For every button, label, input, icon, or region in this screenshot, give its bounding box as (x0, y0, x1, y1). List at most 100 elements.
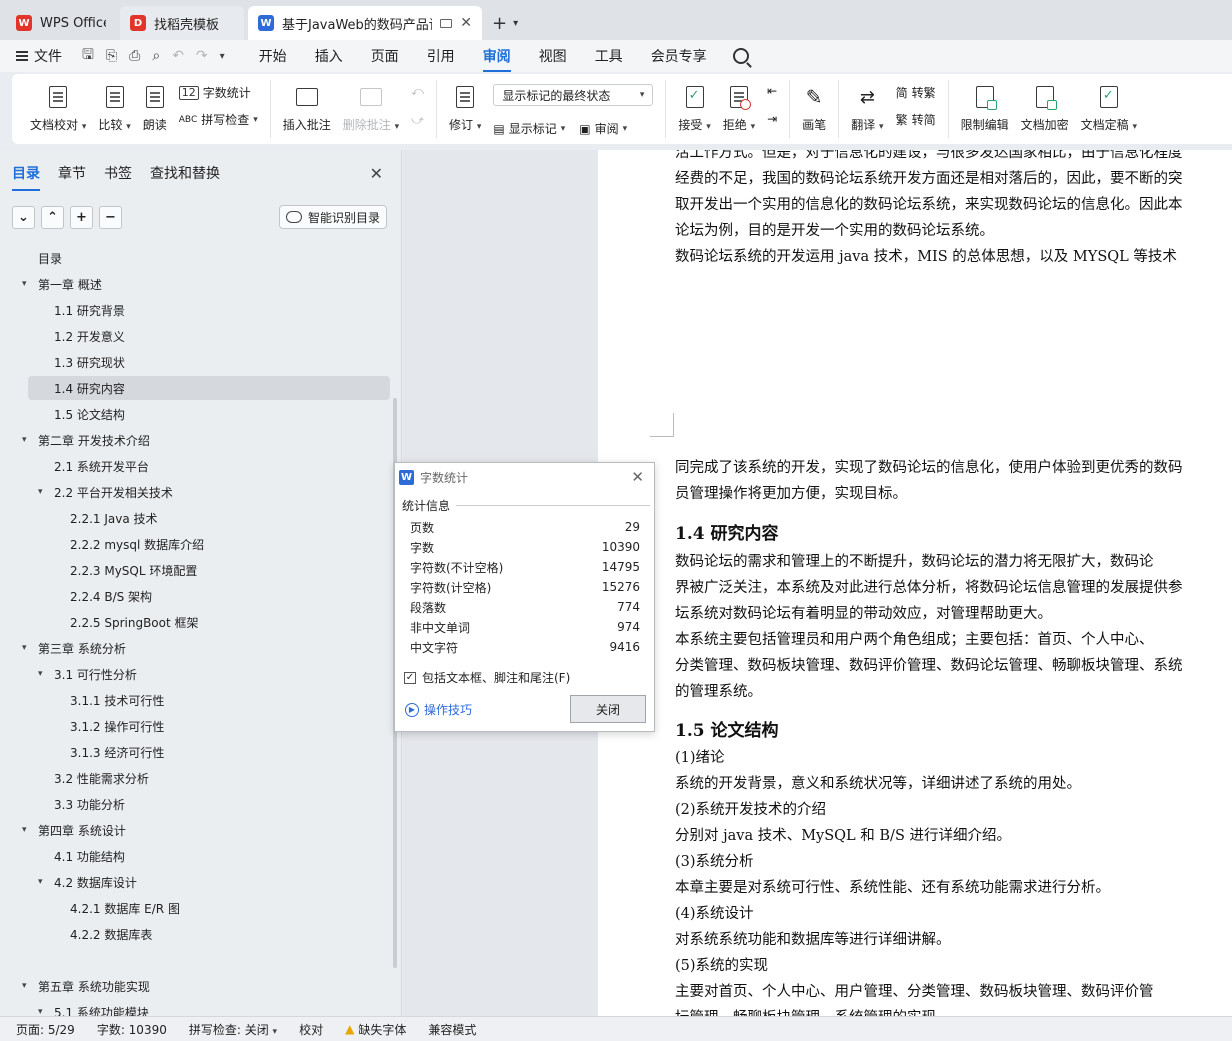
menu-home[interactable]: 开始 (259, 40, 287, 72)
toc-item[interactable] (0, 948, 390, 972)
chevron-down-icon[interactable]: ▾ (38, 487, 52, 497)
menu-insert[interactable]: 插入 (315, 40, 343, 72)
toc-item[interactable]: 2.2.3 MySQL 环境配置 (0, 558, 390, 582)
toc-item[interactable]: 3.1.2 操作可行性 (0, 714, 390, 738)
toc-item[interactable]: ▾ 第五章 系统功能实现 (0, 974, 390, 998)
minus-icon[interactable]: − (99, 205, 122, 229)
chevron-down-icon[interactable]: ▾ (22, 643, 36, 653)
menu-references[interactable]: 引用 (427, 40, 455, 72)
chevron-down-icon[interactable]: ▾ (22, 825, 36, 835)
toc-item[interactable]: 目录 (0, 246, 390, 270)
track-changes-button[interactable]: 修订 ▾ (443, 80, 487, 137)
close-icon[interactable]: ✕ (370, 164, 383, 183)
search-icon[interactable] (732, 48, 749, 64)
toc-item[interactable]: 4.2.1 数据库 E/R 图 (0, 896, 390, 920)
chevron-down-icon[interactable]: ▾ (38, 1007, 52, 1016)
insert-comment-button[interactable]: 插入批注 (277, 80, 337, 137)
toc-item[interactable]: 2.2.2 mysql 数据库介绍 (0, 532, 390, 556)
toc-item[interactable]: 3.1.1 技术可行性 (0, 688, 390, 712)
spell-check-status[interactable]: 拼写检查: 关闭 ▾ (189, 1021, 277, 1038)
encrypt-button[interactable]: 文档加密 (1015, 80, 1075, 137)
document-page[interactable]: 同完成了该系统的开发，实现了数码论坛的信息化，使用户体验到更优秀的数码 员管理操… (598, 363, 1232, 1016)
translate-button[interactable]: ⇄ 翻译 ▾ (845, 80, 889, 137)
plus-icon[interactable]: + (70, 205, 93, 229)
compare-button[interactable]: 比较 ▾ (92, 80, 136, 137)
tab-docer-templates[interactable]: D 找稻壳模板 (120, 6, 244, 40)
tips-link[interactable]: ▶ 操作技巧 (405, 701, 472, 718)
include-textbox-checkbox[interactable]: ✓ 包括文本框、脚注和尾注(F) (404, 669, 570, 686)
close-icon[interactable]: ✕ (631, 468, 644, 486)
review-pane-button[interactable]: ▣ 审阅 ▾ (579, 120, 627, 137)
toc-item[interactable]: ▾ 第一章 概述 (0, 272, 390, 296)
chevron-down-icon[interactable]: ▾ (22, 981, 36, 991)
delete-comment-button[interactable]: 删除批注 ▾ (337, 80, 405, 137)
tab-find-replace[interactable]: 查找和替换 (150, 159, 220, 187)
toc-item[interactable]: 3.2 性能需求分析 (0, 766, 390, 790)
toc-item[interactable]: ▾ 第四章 系统设计 (0, 818, 390, 842)
proofread-status[interactable]: 校对 (299, 1021, 323, 1038)
toc-item[interactable]: ▾ 5.1 系统功能模块 (0, 1000, 390, 1017)
page-indicator[interactable]: 页面: 5/29 (16, 1021, 75, 1038)
toc-item[interactable]: ▾ 3.1 可行性分析 (0, 662, 390, 686)
toc-item[interactable]: 2.2.5 SpringBoot 框架 (0, 610, 390, 634)
chevron-down-icon[interactable]: ▾ (22, 435, 36, 445)
monitor-icon[interactable] (440, 18, 453, 28)
toc-item[interactable]: ▾ 2.2 平台开发相关技术 (0, 480, 390, 504)
toc-item[interactable]: 2.2.1 Java 技术 (0, 506, 390, 530)
toc-item[interactable]: ▾ 4.2 数据库设计 (0, 870, 390, 894)
redo-icon[interactable]: ↷ (196, 48, 208, 64)
toc-item[interactable]: 1.5 论文结构 (0, 402, 390, 426)
restrict-edit-button[interactable]: 限制编辑 (955, 80, 1015, 137)
menu-member[interactable]: 会员专享 (651, 40, 707, 72)
to-traditional-button[interactable]: 简 转繁 (896, 84, 936, 101)
word-count-button[interactable]: 12 字数统计 (178, 84, 258, 101)
tab-wps-office[interactable]: W WPS Office (6, 6, 116, 40)
pen-button[interactable]: ✎ 画笔 (796, 80, 832, 137)
dialog-title-bar[interactable]: W 字数统计 (395, 463, 654, 491)
chevron-down-icon[interactable]: ▾ (220, 51, 225, 62)
menu-tools[interactable]: 工具 (595, 40, 623, 72)
toc-item[interactable]: 3.3 功能分析 (0, 792, 390, 816)
previous-change-icon[interactable]: ⇤ (767, 84, 777, 98)
save-icon[interactable]: 🖫 (82, 44, 94, 68)
toc-item[interactable]: 1.2 开发意义 (0, 324, 390, 348)
menu-view[interactable]: 视图 (539, 40, 567, 72)
print-preview-icon[interactable]: ⌕ (152, 48, 160, 64)
file-menu[interactable]: 文件 (16, 46, 62, 66)
read-aloud-button[interactable]: 朗读 (137, 80, 173, 137)
menu-page[interactable]: 页面 (371, 40, 399, 72)
undo-icon[interactable]: ↶ (172, 48, 184, 64)
to-simplified-button[interactable]: 繁 转简 (896, 111, 936, 128)
toc-item[interactable]: 2.2.4 B/S 架构 (0, 584, 390, 608)
accept-button[interactable]: 接受 ▾ (672, 80, 716, 137)
toc-item[interactable]: 1.3 研究现状 (0, 350, 390, 374)
missing-font-status[interactable]: ▲ 缺失字体 (345, 1021, 406, 1038)
toc-item[interactable]: ▾ 第二章 开发技术介绍 (0, 428, 390, 452)
markup-state-select[interactable]: 显示标记的最终状态 ▾ (493, 84, 654, 106)
tab-toc[interactable]: 目录 (12, 159, 40, 191)
toc-item[interactable]: 1.1 研究背景 (0, 298, 390, 322)
close-button[interactable]: 关闭 (570, 695, 646, 723)
toc-item[interactable]: 1.4 研究内容 (28, 376, 390, 400)
doc-proofread-button[interactable]: 文档校对 ▾ (24, 80, 92, 137)
reject-button[interactable]: 拒绝 ▾ (717, 80, 761, 137)
close-tab-icon[interactable]: ✕ (460, 15, 472, 31)
finalize-button[interactable]: 文档定稿 ▾ (1075, 80, 1143, 137)
new-tab-button[interactable]: + ▾ (486, 6, 524, 40)
toc-item[interactable]: 3.1.3 经济可行性 (0, 740, 390, 764)
chevron-down-icon[interactable]: ▾ (38, 669, 52, 679)
chevron-down-icon[interactable]: ⌄ (12, 205, 35, 229)
tab-sections[interactable]: 章节 (58, 159, 86, 187)
show-markup-button[interactable]: ▤ 显示标记 ▾ (493, 120, 565, 137)
next-comment-icon[interactable]: ⤻ (411, 113, 424, 128)
menu-review[interactable]: 审阅 (482, 40, 511, 72)
chevron-down-icon[interactable]: ▾ (22, 279, 36, 289)
next-change-icon[interactable]: ⇥ (767, 112, 777, 126)
print-icon[interactable]: ⎙ (129, 48, 140, 64)
previous-comment-icon[interactable]: ⤺ (411, 84, 424, 99)
chevron-down-icon[interactable]: ▾ (38, 877, 52, 887)
word-count-indicator[interactable]: 字数: 10390 (97, 1021, 167, 1038)
toc-item[interactable]: 4.1 功能结构 (0, 844, 390, 868)
toc-item[interactable]: ▾ 第三章 系统分析 (0, 636, 390, 660)
spell-check-button[interactable]: ABC 拼写检查 ▾ (179, 111, 258, 128)
